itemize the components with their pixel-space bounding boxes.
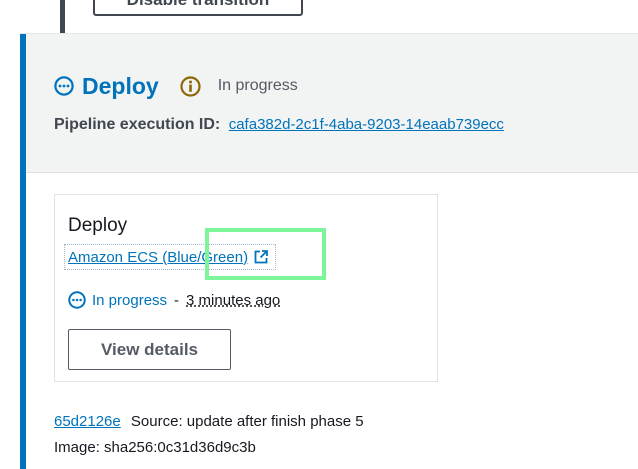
view-details-button[interactable]: View details — [68, 329, 231, 370]
stage-header: Deploy In progress Pipeline execution ID… — [26, 34, 638, 173]
status-separator: - — [174, 291, 180, 309]
in-progress-icon — [54, 76, 74, 96]
action-card: Deploy Amazon ECS (Blue/Green) In progre — [54, 194, 438, 382]
transition-connector: Disable transition — [0, 0, 638, 33]
provider-link[interactable]: Amazon ECS (Blue/Green) — [68, 249, 248, 266]
action-status-row: In progress - 3 minutes ago — [68, 291, 280, 309]
in-progress-icon — [68, 291, 86, 309]
transition-rail — [60, 0, 65, 33]
stage-status: In progress — [217, 77, 298, 94]
source-message: Source: update after finish phase 5 — [130, 413, 364, 430]
image-digest: Image: sha256:0c31d36d9c3b — [54, 439, 256, 456]
info-icon[interactable] — [180, 75, 201, 97]
disable-transition-button[interactable]: Disable transition — [93, 0, 303, 16]
provider-link-row[interactable]: Amazon ECS (Blue/Green) — [64, 244, 276, 270]
stage-title: Deploy — [82, 72, 159, 99]
pipeline-execution-row: Pipeline execution ID: cafa382d-2c1f-4ab… — [54, 116, 504, 134]
execution-id-link[interactable]: cafa382d-2c1f-4aba-9203-14eaab739ecc — [229, 116, 504, 133]
deploy-stage: Deploy In progress Pipeline execution ID… — [20, 33, 638, 469]
execution-id-label: Pipeline execution ID: — [54, 116, 221, 133]
action-status: In progress — [92, 291, 168, 309]
commit-row: 65d2126e Source: update after finish pha… — [54, 413, 364, 430]
stage-body: Deploy Amazon ECS (Blue/Green) In progre — [26, 173, 638, 469]
commit-id-link[interactable]: 65d2126e — [54, 413, 121, 430]
external-link-icon[interactable] — [254, 250, 268, 264]
stage-title-row: Deploy In progress — [54, 72, 298, 100]
action-name: Deploy — [68, 215, 128, 236]
status-timestamp[interactable]: 3 minutes ago — [186, 292, 280, 309]
